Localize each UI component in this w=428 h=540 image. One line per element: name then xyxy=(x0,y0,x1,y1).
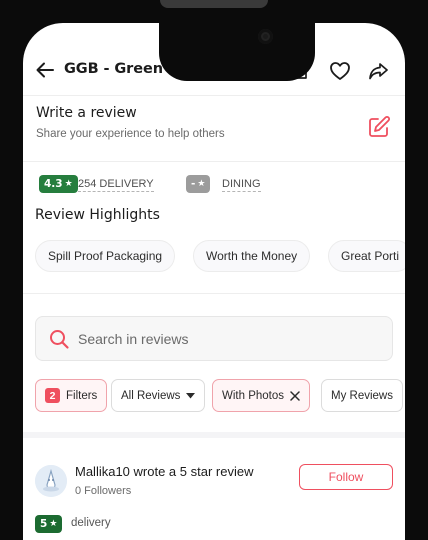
search-icon xyxy=(50,330,69,349)
filters-label: Filters xyxy=(66,389,98,402)
close-icon[interactable] xyxy=(290,390,300,401)
with-photos-label: With Photos xyxy=(222,389,284,402)
star-icon: ★ xyxy=(64,179,73,189)
search-input[interactable] xyxy=(78,317,378,360)
header-divider xyxy=(23,95,405,96)
share-button[interactable] xyxy=(365,58,391,84)
share-icon xyxy=(369,63,388,80)
dining-reviews-count[interactable]: DINING xyxy=(222,178,261,192)
all-reviews-dropdown[interactable]: All Reviews xyxy=(111,379,206,412)
user-avatar-icon xyxy=(35,465,67,497)
rating-summary: 4.3 ★ 254 DELIVERY - ★ DINING xyxy=(36,175,396,195)
avatar[interactable] xyxy=(35,465,67,497)
review-rating-value: 5 xyxy=(40,518,48,530)
highlight-chip[interactable]: Spill Proof Packaging xyxy=(35,240,176,272)
section-divider xyxy=(23,161,405,162)
follow-button[interactable]: Follow xyxy=(299,464,393,490)
delivery-rating-value: 4.3 xyxy=(44,178,63,190)
with-photos-filter[interactable]: With Photos xyxy=(212,379,310,412)
write-review-subtitle: Share your experience to help others xyxy=(36,128,225,140)
section-divider xyxy=(23,293,405,294)
phone-notch xyxy=(159,23,315,81)
filter-bar: 2 Filters All Reviews With Photos My Rev… xyxy=(35,379,405,413)
my-reviews-filter[interactable]: My Reviews xyxy=(321,379,403,412)
section-divider xyxy=(23,432,405,438)
review-card: Mallika10 wrote a 5 star review 0 Follow… xyxy=(23,453,405,540)
write-review-title: Write a review xyxy=(36,105,137,121)
highlight-chips: Spill Proof Packaging Worth the Money Gr… xyxy=(35,240,405,274)
delivery-reviews-count[interactable]: 254 DELIVERY xyxy=(78,178,154,192)
all-reviews-label: All Reviews xyxy=(121,389,181,402)
filters-button[interactable]: 2 Filters xyxy=(35,379,108,412)
dining-rating-value: - xyxy=(191,178,196,190)
search-box[interactable] xyxy=(35,316,393,361)
heart-icon xyxy=(330,62,350,80)
bookmark-button[interactable] xyxy=(327,58,353,84)
back-button[interactable] xyxy=(33,58,57,82)
front-camera xyxy=(258,29,273,44)
filters-count-badge: 2 xyxy=(45,388,60,403)
star-icon: ★ xyxy=(197,179,206,189)
reviewer-followers: 0 Followers xyxy=(75,485,132,497)
reviewer-headline[interactable]: Mallika10 wrote a 5 star review xyxy=(75,464,253,479)
app-screen: GGB - Green Grain Bowl Write a review Sh… xyxy=(23,23,405,540)
write-review-button[interactable] xyxy=(365,113,393,141)
caret-down-icon xyxy=(186,392,196,398)
my-reviews-label: My Reviews xyxy=(331,389,393,402)
edit-icon xyxy=(369,116,390,137)
star-icon: ★ xyxy=(49,519,58,529)
review-highlights-title: Review Highlights xyxy=(35,207,160,223)
review-rating-badge: 5 ★ xyxy=(35,515,63,533)
dining-rating-badge: - ★ xyxy=(186,175,211,193)
write-review-section[interactable]: Write a review Share your experience to … xyxy=(23,103,405,163)
highlight-chip[interactable]: Great Porti xyxy=(328,240,405,272)
delivery-rating-badge: 4.3 ★ xyxy=(39,175,78,193)
review-type: delivery xyxy=(71,517,111,529)
highlight-chip[interactable]: Worth the Money xyxy=(193,240,311,272)
back-arrow-icon xyxy=(36,62,54,78)
